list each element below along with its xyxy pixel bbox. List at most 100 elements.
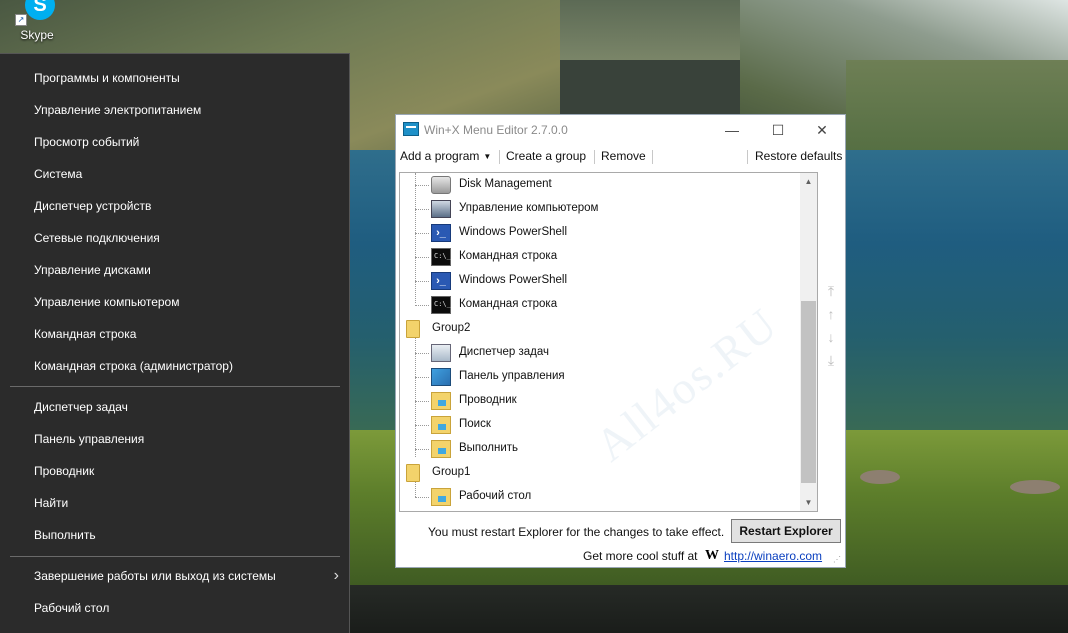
remove-button[interactable]: Remove: [601, 149, 646, 163]
computer-management-icon: [431, 200, 451, 218]
tree-connector: [415, 353, 429, 354]
move-down-icon[interactable]: ↓: [824, 329, 838, 345]
tree-item[interactable]: Проводник: [400, 389, 800, 413]
tree-item[interactable]: Управление компьютером: [400, 197, 800, 221]
winx-item-command-prompt[interactable]: Командная строка: [0, 318, 349, 350]
restore-defaults-button[interactable]: Restore defaults: [755, 149, 842, 163]
winx-item-event-viewer[interactable]: Просмотр событий: [0, 126, 349, 158]
tree-group[interactable]: Group1: [400, 461, 800, 485]
app-icon: [403, 122, 419, 136]
title-bar[interactable]: Win+X Menu Editor 2.7.0.0 — ☐ ✕: [396, 115, 845, 145]
window-title: Win+X Menu Editor 2.7.0.0: [424, 123, 568, 137]
scrollbar-thumb[interactable]: [801, 301, 816, 483]
toolbar-separator: [747, 150, 748, 164]
winx-separator: [10, 556, 340, 557]
create-group-button[interactable]: Create a group: [506, 149, 586, 163]
winx-item-command-prompt-admin[interactable]: Командная строка (администратор): [0, 350, 349, 382]
winx-separator: [10, 386, 340, 387]
maximize-button[interactable]: ☐: [755, 115, 801, 145]
command-prompt-icon: C:\_: [431, 248, 451, 266]
tree-connector: [415, 377, 429, 378]
shortcut-folder-icon: [431, 392, 451, 410]
winx-item-device-manager[interactable]: Диспетчер устройств: [0, 190, 349, 222]
scroll-down-arrow-icon[interactable]: ▼: [800, 494, 817, 511]
task-manager-icon: [431, 344, 451, 362]
tree-item-label: Disk Management: [459, 178, 552, 190]
tree-connector: [415, 425, 429, 426]
winx-item-shutdown[interactable]: Завершение работы или выход из системы ›: [0, 560, 349, 592]
close-button[interactable]: ✕: [799, 115, 845, 145]
tree-item-label: Рабочий стол: [459, 490, 532, 502]
resize-grip-icon[interactable]: ⋰: [833, 555, 843, 565]
winx-item-power[interactable]: Управление электропитанием: [0, 94, 349, 126]
winx-item-task-manager[interactable]: Диспетчер задач: [0, 391, 349, 423]
winx-item-shutdown-label: Завершение работы или выход из системы: [34, 569, 276, 583]
tree-connector: [415, 497, 429, 498]
tree-item-label: Управление компьютером: [459, 202, 599, 214]
desktop-icon-skype[interactable]: S ↗ Skype: [10, 0, 64, 44]
tree-item-label: Командная строка: [459, 298, 558, 310]
restart-explorer-button[interactable]: Restart Explorer: [731, 519, 841, 543]
tree-item-label: Проводник: [459, 394, 517, 406]
wallpaper-ground: [350, 585, 1068, 633]
tree-item[interactable]: Рабочий стол: [400, 485, 800, 509]
skype-icon: S: [25, 0, 55, 20]
restart-notice: You must restart Explorer for the change…: [428, 525, 725, 539]
tree-connector: [415, 281, 429, 282]
tree-item[interactable]: Disk Management: [400, 173, 800, 197]
toolbar-separator: [594, 150, 595, 164]
tree-item-label: Windows PowerShell: [459, 226, 568, 238]
promo-text: Get more cool stuff at: [583, 549, 698, 563]
move-to-bottom-icon[interactable]: ⤓: [824, 352, 838, 368]
command-prompt-icon: C:\_: [431, 296, 451, 314]
winx-item-system[interactable]: Система: [0, 158, 349, 190]
tree-item-label: Windows PowerShell: [459, 274, 568, 286]
winx-item-network[interactable]: Сетевые подключения: [0, 222, 349, 254]
folder-icon: [406, 320, 420, 338]
add-program-label: Add a program: [400, 149, 480, 163]
tree-item[interactable]: C:\_ Командная строка: [400, 245, 800, 269]
winx-item-programs[interactable]: Программы и компоненты: [0, 62, 349, 94]
winaero-logo-icon: W: [705, 548, 719, 563]
shortcut-folder-icon: [431, 440, 451, 458]
tree-group-label: Group1: [432, 466, 471, 478]
tree-item[interactable]: ›_ Windows PowerShell: [400, 269, 800, 293]
add-program-button[interactable]: Add a program ▼: [400, 149, 491, 163]
winx-item-desktop[interactable]: Рабочий стол: [0, 592, 349, 624]
tree-item-label: Командная строка: [459, 250, 558, 262]
minimize-button[interactable]: —: [709, 115, 755, 145]
tree-connector: [415, 305, 429, 306]
winx-item-run[interactable]: Выполнить: [0, 519, 349, 551]
winx-item-search[interactable]: Найти: [0, 487, 349, 519]
tree-connector: [415, 449, 429, 450]
shortcut-folder-icon: [431, 488, 451, 506]
toolbar-separator: [652, 150, 653, 164]
wallpaper-rock: [860, 470, 900, 484]
powershell-icon: ›_: [431, 272, 451, 290]
tree-item-label: Поиск: [459, 418, 491, 430]
winx-item-explorer[interactable]: Проводник: [0, 455, 349, 487]
desktop-icon-label: Skype: [20, 28, 54, 42]
tree-group-label: Group2: [432, 322, 471, 334]
dropdown-caret-icon: ▼: [483, 152, 492, 162]
folder-icon: [406, 464, 420, 482]
control-panel-icon: [431, 368, 451, 386]
winx-item-control-panel[interactable]: Панель управления: [0, 423, 349, 455]
winx-item-disk-management[interactable]: Управление дисками: [0, 254, 349, 286]
tree-item-label: Панель управления: [459, 370, 565, 382]
winx-menu: Программы и компоненты Управление электр…: [0, 53, 350, 633]
tree-scrollbar[interactable]: ▲ ▼: [800, 173, 817, 511]
toolbar: Add a program ▼ Create a group Remove Res…: [396, 145, 845, 169]
tree-item[interactable]: ›_ Windows PowerShell: [400, 221, 800, 245]
tree-connector: [415, 401, 429, 402]
move-up-icon[interactable]: ↑: [824, 306, 838, 322]
tree-connector: [415, 209, 429, 210]
scroll-up-arrow-icon[interactable]: ▲: [800, 173, 817, 190]
shortcut-folder-icon: [431, 416, 451, 434]
winaero-link[interactable]: http://winaero.com: [724, 549, 822, 563]
winx-item-computer-management[interactable]: Управление компьютером: [0, 286, 349, 318]
move-to-top-icon[interactable]: ⤒: [824, 283, 838, 299]
tree-connector: [415, 257, 429, 258]
disk-management-icon: [431, 176, 451, 194]
shortcut-arrow-icon: ↗: [15, 14, 27, 26]
